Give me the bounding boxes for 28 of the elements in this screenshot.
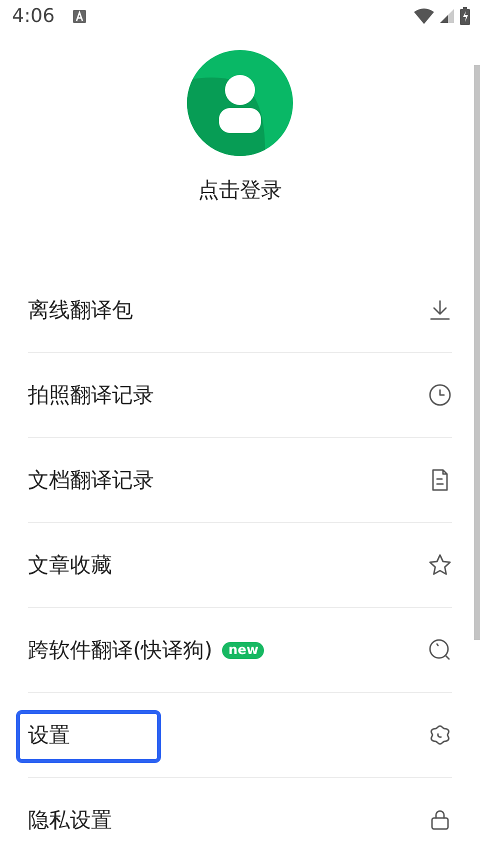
wifi-icon: [414, 8, 434, 24]
battery-icon: [460, 7, 470, 25]
search-icon: [428, 638, 452, 662]
menu-label: 离线翻译包: [28, 297, 133, 324]
scrollbar[interactable]: [474, 65, 480, 640]
menu-label: 拍照翻译记录: [28, 382, 154, 409]
menu-item[interactable]: 文档翻译记录: [16, 438, 468, 522]
status-time: 4:06: [12, 5, 55, 27]
login-link[interactable]: 点击登录: [198, 176, 282, 204]
menu-label: 设置: [28, 722, 70, 749]
menu-item[interactable]: 拍照翻译记录: [16, 353, 468, 437]
menu-item[interactable]: 离线翻译包: [16, 268, 468, 352]
menu-label: 跨软件翻译(快译狗): [28, 637, 212, 664]
menu-item[interactable]: 设置: [16, 693, 468, 777]
menu-label: 文档翻译记录: [28, 467, 154, 494]
menu-item[interactable]: 文章收藏: [16, 523, 468, 607]
signal-icon: [440, 9, 454, 23]
menu-item[interactable]: 隐私设置: [16, 778, 468, 853]
menu-item[interactable]: 跨软件翻译(快译狗) new: [16, 608, 468, 692]
avatar-icon[interactable]: [187, 50, 293, 156]
download-icon: [428, 298, 452, 322]
gear-icon: [428, 723, 452, 747]
star-icon: [428, 553, 452, 577]
menu-label: 文章收藏: [28, 552, 112, 579]
clock-icon: [428, 383, 452, 407]
notification-icon: [72, 10, 86, 22]
menu-label: 隐私设置: [28, 807, 112, 834]
new-badge: new: [222, 642, 264, 658]
